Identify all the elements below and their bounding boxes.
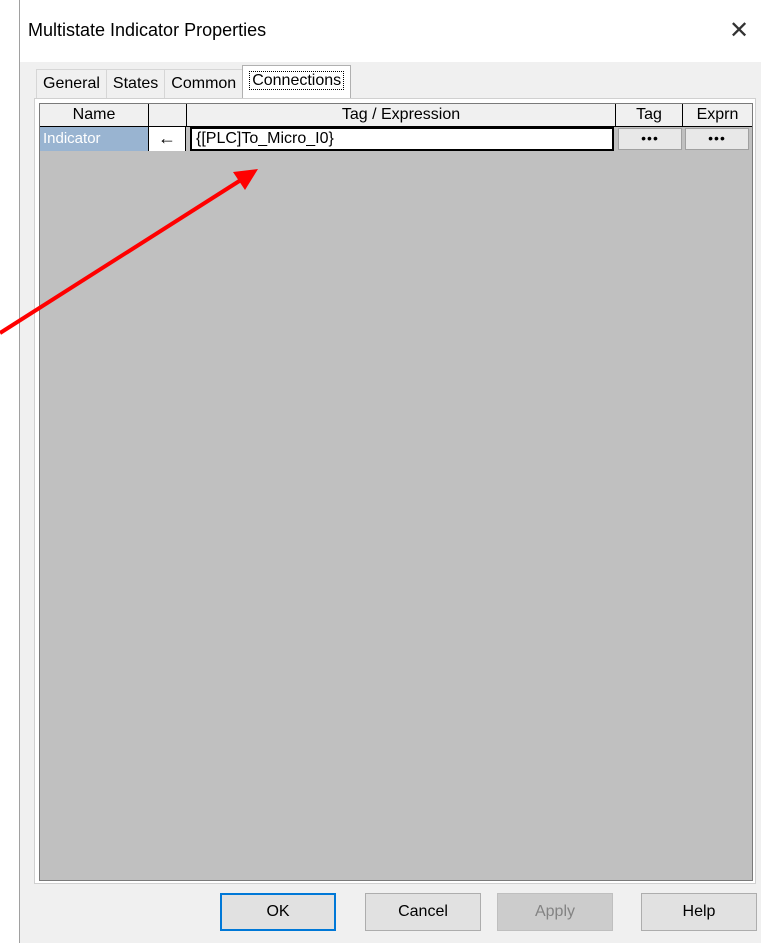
title-bar: Multistate Indicator Properties ✕ (20, 0, 761, 62)
header-tag-expression: Tag / Expression (187, 104, 616, 126)
connections-panel: Name Tag / Expression Tag Exprn Indicato… (34, 98, 756, 884)
row-name-indicator[interactable]: Indicator (40, 127, 148, 151)
expression-edit-button[interactable]: ••• (685, 128, 749, 150)
tab-states[interactable]: States (105, 69, 166, 98)
tag-browse-button[interactable]: ••• (618, 128, 682, 150)
ok-button[interactable]: OK (220, 893, 336, 931)
header-tag: Tag (616, 104, 683, 126)
window-title: Multistate Indicator Properties (28, 20, 267, 40)
apply-button: Apply (497, 893, 613, 931)
left-arrow-icon: ← (148, 127, 186, 151)
grid-header-row: Name Tag / Expression Tag Exprn (40, 104, 752, 127)
tab-connections[interactable]: Connections (242, 65, 352, 98)
connections-grid: Name Tag / Expression Tag Exprn Indicato… (39, 103, 753, 881)
help-button[interactable]: Help (641, 893, 757, 931)
tab-common[interactable]: Common (164, 69, 244, 98)
header-name: Name (40, 104, 149, 126)
cancel-button[interactable]: Cancel (365, 893, 481, 931)
tag-expression-field[interactable]: {[PLC]To_Micro_I0} (190, 127, 614, 151)
tab-general[interactable]: General (36, 69, 107, 98)
header-exprn: Exprn (696, 106, 739, 123)
table-row: Indicator ← {[PLC]To_Micro_I0} ••• ••• (40, 127, 752, 151)
properties-dialog: Multistate Indicator Properties ✕ Genera… (19, 0, 761, 943)
tab-strip: General States Common Connections (36, 65, 352, 98)
close-icon[interactable]: ✕ (722, 14, 756, 48)
tab-connections-label: Connections (249, 71, 345, 90)
header-direction (149, 104, 187, 126)
